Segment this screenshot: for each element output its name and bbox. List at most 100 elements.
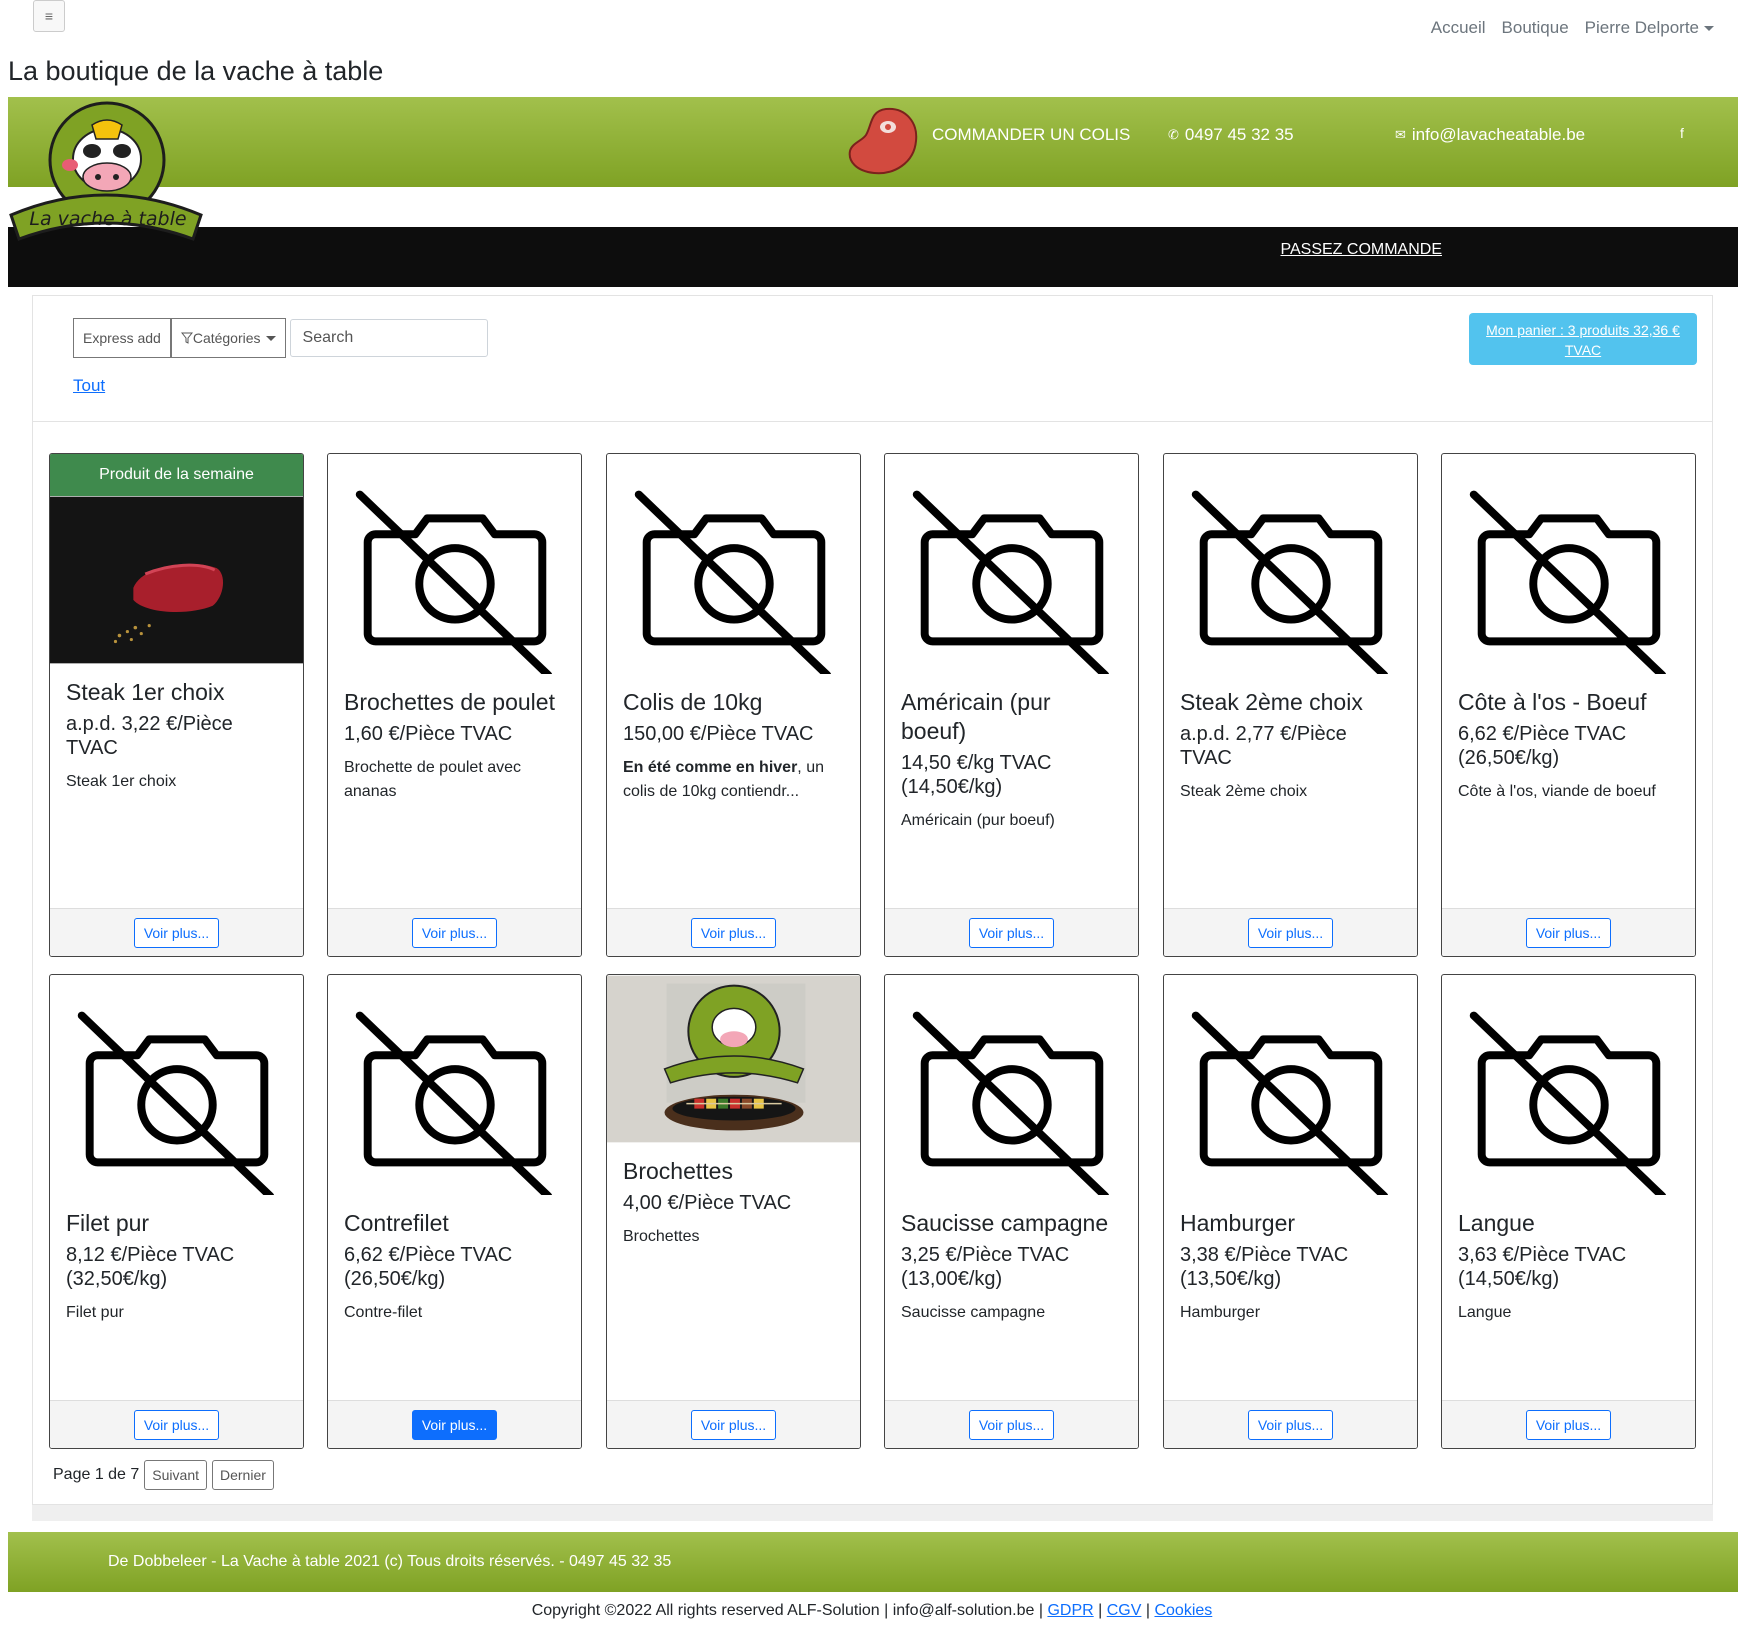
- cookies-link[interactable]: Cookies: [1154, 1602, 1212, 1619]
- card-body: Steak 1er choix a.p.d. 3,22 €/Pièce TVAC S…: [50, 664, 303, 794]
- voir-plus-button[interactable]: Voir plus...: [690, 917, 777, 948]
- card-body: Steak 2ème choix a.p.d. 2,77 €/Pièce TVAC…: [1164, 674, 1417, 804]
- product-name: Brochettes de poulet: [344, 689, 555, 715]
- product-price: 8,12 €/Pièce TVAC (32,50€/kg): [66, 1244, 235, 1290]
- product-card[interactable]: Langue 3,63 €/Pièce TVAC (14,50€/kg) Langu…: [1441, 974, 1696, 1449]
- description-bold: En été comme en hiver: [623, 759, 798, 776]
- next-page-button[interactable]: Suivant: [144, 1460, 207, 1490]
- footer-band: De Dobbeleer - La Vache à table 2021 (c)…: [8, 1532, 1738, 1592]
- order-colis-label: COMMANDER UN COLIS: [932, 125, 1131, 144]
- voir-plus-button[interactable]: Voir plus...: [968, 1409, 1055, 1440]
- card-body: Hamburger 3,38 €/Pièce TVAC (13,50€/kg) Ha…: [1164, 1195, 1417, 1325]
- card-footer: Voir plus...: [50, 908, 303, 956]
- order-band: PASSEZ COMMANDE: [8, 227, 1738, 287]
- meat-icon: [848, 107, 918, 175]
- separator: |: [1145, 1602, 1151, 1619]
- no-image-icon: [634, 490, 832, 674]
- product-card[interactable]: Hamburger 3,38 €/Pièce TVAC (13,50€/kg) Ha…: [1163, 974, 1418, 1449]
- product-description: Brochettes: [623, 1228, 700, 1245]
- categories-dropdown[interactable]: Catégories: [170, 318, 286, 358]
- product-card[interactable]: Saucisse campagne 3,25 €/Pièce TVAC (13,0…: [884, 974, 1139, 1449]
- card-body: Langue 3,63 €/Pièce TVAC (14,50€/kg) Langu…: [1442, 1195, 1695, 1325]
- phone-icon: ✆: [1168, 127, 1179, 142]
- card-body: Américain (pur boeuf) 14,50 €/kg TVAC (14…: [885, 674, 1138, 833]
- cgv-link[interactable]: CGV: [1107, 1602, 1142, 1619]
- nav-user-menu[interactable]: Pierre Delporte: [1585, 18, 1714, 38]
- product-price: a.p.d. 2,77 €/Pièce TVAC: [1180, 723, 1347, 769]
- product-card[interactable]: Côte à l'os - Boeuf 6,62 €/Pièce TVAC (26…: [1441, 453, 1696, 957]
- product-name: Steak 1er choix: [66, 679, 225, 705]
- product-price: 3,38 €/Pièce TVAC (13,50€/kg): [1180, 1244, 1349, 1290]
- card-body: Filet pur 8,12 €/Pièce TVAC (32,50€/kg) Fi…: [50, 1195, 303, 1325]
- order-colis-link[interactable]: COMMANDER UN COLIS: [932, 125, 1130, 145]
- product-description: Contre-filet: [344, 1304, 423, 1321]
- voir-plus-button[interactable]: Voir plus...: [1525, 1409, 1612, 1440]
- top-nav: Accueil Boutique Pierre Delporte: [1431, 18, 1714, 38]
- passez-commande-link[interactable]: PASSEZ COMMANDE: [1281, 241, 1443, 259]
- phone-link[interactable]: ✆ 0497 45 32 35: [1168, 125, 1294, 145]
- pagination: Page 1 de 7 Suivant Dernier: [53, 1460, 274, 1490]
- no-image-icon: [1191, 1011, 1389, 1195]
- product-description: Hamburger: [1180, 1304, 1261, 1321]
- voir-plus-button[interactable]: Voir plus...: [1525, 917, 1612, 948]
- voir-plus-button[interactable]: Voir plus...: [968, 917, 1055, 948]
- product-name: Filet pur: [66, 1210, 150, 1236]
- voir-plus-button[interactable]: Voir plus...: [133, 1409, 220, 1440]
- product-price: 3,63 €/Pièce TVAC (14,50€/kg): [1458, 1244, 1627, 1290]
- product-description: Steak 1er choix: [66, 773, 177, 790]
- page-indicator: Page 1 de 7: [53, 1466, 140, 1483]
- card-body: Contrefilet 6,62 €/Pièce TVAC (26,50€/kg)…: [328, 1195, 581, 1325]
- filter-icon: [180, 332, 193, 344]
- product-card[interactable]: Américain (pur boeuf) 14,50 €/kg TVAC (14…: [884, 453, 1139, 957]
- no-image-icon: [912, 1011, 1110, 1195]
- cart-button[interactable]: Mon panier : 3 produits 32,36 € TVAC: [1469, 313, 1697, 365]
- product-price: 6,62 €/Pièce TVAC (26,50€/kg): [1458, 723, 1627, 769]
- voir-plus-button[interactable]: Voir plus...: [1247, 1409, 1334, 1440]
- product-price: 1,60 €/Pièce TVAC: [344, 723, 513, 745]
- chevron-down-icon: [1704, 26, 1714, 32]
- product-description: Côte à l'os, viande de boeuf: [1458, 783, 1656, 800]
- product-description: Américain (pur boeuf): [901, 812, 1055, 829]
- product-name: Américain (pur boeuf): [901, 689, 1051, 744]
- menu-toggle-button[interactable]: ≡: [33, 0, 65, 32]
- logo[interactable]: La vache à table: [8, 97, 208, 252]
- product-name: Côte à l'os - Boeuf: [1458, 689, 1647, 715]
- product-name: Steak 2ème choix: [1180, 689, 1363, 715]
- product-card[interactable]: Contrefilet 6,62 €/Pièce TVAC (26,50€/kg)…: [327, 974, 582, 1449]
- product-description: Brochette de poulet avec ananas: [344, 759, 522, 800]
- product-card[interactable]: Steak 2ème choix a.p.d. 2,77 €/Pièce TVAC…: [1163, 453, 1418, 957]
- email-address: info@lavacheatable.be: [1411, 125, 1586, 144]
- express-add-button[interactable]: Express add: [73, 318, 171, 358]
- category-all-link[interactable]: Tout: [73, 376, 105, 396]
- product-card[interactable]: Brochettes de poulet 1,60 €/Pièce TVAC Bro…: [327, 453, 582, 957]
- email-link[interactable]: ✉ info@lavacheatable.be: [1395, 125, 1585, 145]
- copyright-line: Copyright ©2022 All rights reserved ALF-…: [0, 1602, 1744, 1620]
- voir-plus-button[interactable]: Voir plus...: [1247, 917, 1334, 948]
- voir-plus-button[interactable]: Voir plus...: [411, 917, 498, 948]
- product-card[interactable]: Produit de la semaine Steak 1er choix a.p.…: [49, 453, 304, 957]
- product-card[interactable]: Brochettes 4,00 €/Pièce TVAC Brochettes Voi…: [606, 974, 861, 1449]
- product-description: Filet pur: [66, 1304, 124, 1321]
- product-price: 4,00 €/Pièce TVAC: [623, 1192, 792, 1214]
- separator: |: [1098, 1602, 1103, 1619]
- product-name: Colis de 10kg: [623, 689, 763, 715]
- nav-boutique[interactable]: Boutique: [1502, 18, 1569, 38]
- product-card[interactable]: Filet pur 8,12 €/Pièce TVAC (32,50€/kg) Fi…: [49, 974, 304, 1449]
- last-page-button[interactable]: Dernier: [212, 1460, 274, 1490]
- product-name: Langue: [1458, 1210, 1535, 1236]
- panel-bottom-bar: [32, 1505, 1713, 1521]
- voir-plus-button[interactable]: Voir plus...: [690, 1409, 777, 1440]
- card-footer: Voir plus...: [607, 908, 860, 956]
- gdpr-link[interactable]: GDPR: [1047, 1602, 1093, 1619]
- product-description: Langue: [1458, 1304, 1512, 1321]
- divider: [33, 421, 1712, 422]
- product-price: a.p.d. 3,22 €/Pièce TVAC: [66, 713, 233, 759]
- voir-plus-button[interactable]: Voir plus...: [411, 1409, 498, 1440]
- no-image-icon: [1469, 1011, 1667, 1195]
- search-input[interactable]: Search: [289, 319, 488, 357]
- facebook-icon[interactable]: f: [1680, 125, 1684, 141]
- card-footer: Voir plus...: [607, 1400, 860, 1448]
- product-card[interactable]: Colis de 10kg 150,00 €/Pièce TVAC En été c…: [606, 453, 861, 957]
- nav-accueil[interactable]: Accueil: [1431, 18, 1486, 38]
- voir-plus-button[interactable]: Voir plus...: [133, 917, 220, 948]
